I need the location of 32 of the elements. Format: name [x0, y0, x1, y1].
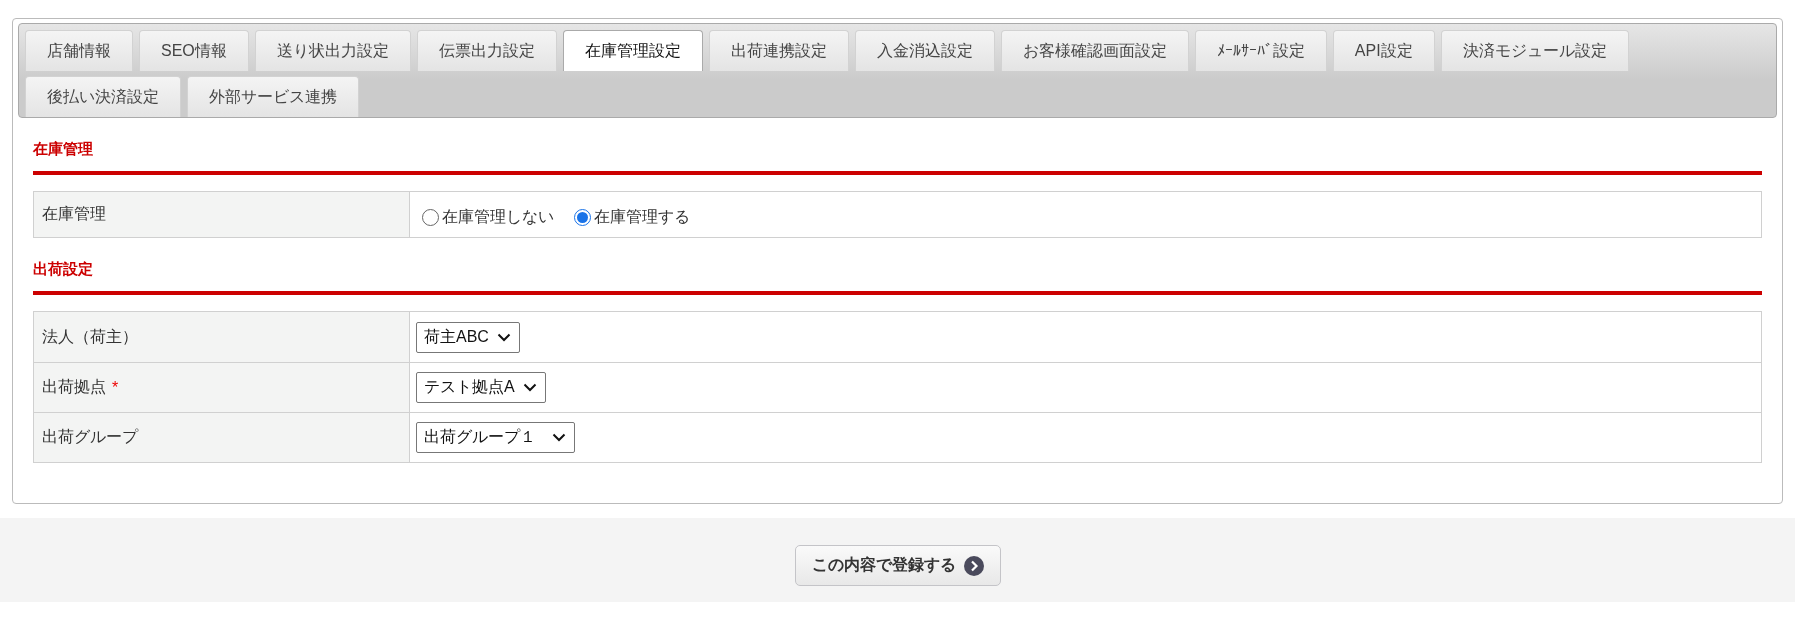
field-label: 法人（荷主） [42, 326, 138, 347]
radio-label[interactable]: 在庫管理する [594, 207, 690, 228]
chevron-down-icon [496, 332, 511, 342]
radio-label[interactable]: 在庫管理しない [442, 207, 554, 228]
chevron-down-icon [522, 383, 537, 392]
tab[interactable]: 店舗情報 [25, 30, 133, 71]
tab[interactable]: API設定 [1332, 30, 1435, 71]
chevron-right-icon [963, 555, 984, 576]
chevron-down-icon [552, 433, 566, 442]
section-heading: 出荷設定 [33, 238, 1762, 295]
select-field[interactable]: テスト拠点A [416, 372, 546, 403]
tab[interactable]: 伝票出力設定 [416, 30, 557, 71]
tab[interactable]: 後払い決済設定 [25, 76, 181, 117]
section-heading: 在庫管理 [33, 118, 1762, 175]
radio-button[interactable] [422, 209, 439, 226]
field-label: 出荷グループ [42, 427, 138, 447]
tab[interactable]: 出荷連携設定 [708, 30, 849, 71]
required-mark: * [112, 378, 119, 397]
tab[interactable]: ﾒｰﾙｻｰﾊﾞ設定 [1194, 30, 1327, 71]
tab[interactable]: 在庫管理設定 [562, 30, 703, 71]
tab[interactable]: 決済モジュール設定 [1440, 30, 1629, 71]
radio-button[interactable] [574, 209, 591, 226]
tab[interactable]: SEO情報 [139, 30, 249, 71]
select-field[interactable]: 荷主ABC [416, 321, 520, 353]
field-label: 出荷拠点 [42, 377, 106, 397]
tab[interactable]: お客様確認画面設定 [1000, 30, 1189, 71]
select-field[interactable]: 出荷グループ１ [416, 422, 575, 453]
tab[interactable]: 送り状出力設定 [254, 30, 411, 71]
submit-button[interactable]: この内容で登録する [794, 545, 1001, 586]
tab[interactable]: 入金消込設定 [854, 30, 995, 71]
field-label: 在庫管理 [42, 204, 106, 224]
tab[interactable]: 外部サービス連携 [187, 76, 359, 117]
